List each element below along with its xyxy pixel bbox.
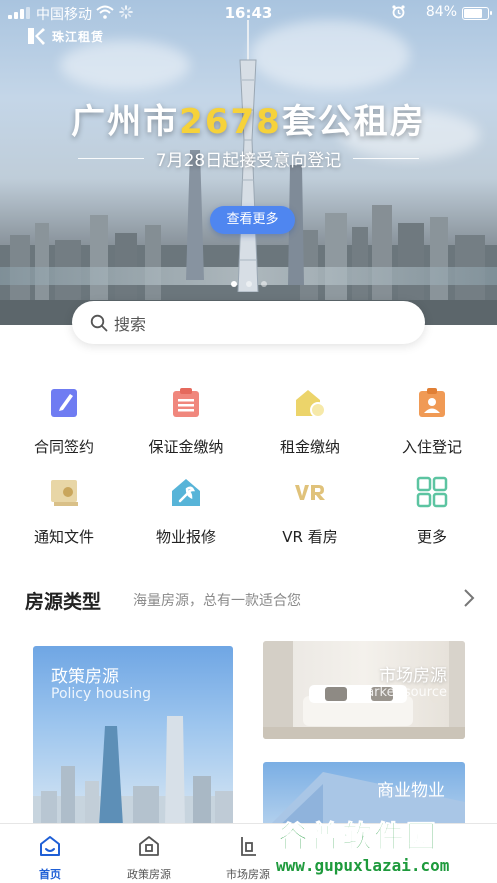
banner-headline: 广州市2678套公租房 <box>0 94 497 143</box>
section-title: 房源类型 <box>25 591 102 613</box>
brand-name: 珠江租赁 <box>52 29 105 44</box>
deposit-payment-icon <box>173 388 199 417</box>
tab-policy-housing[interactable]: 政策房源 <box>99 824 199 883</box>
property-repair-icon <box>172 479 200 506</box>
brand-logo: 珠江租赁 <box>26 26 104 46</box>
card-subtitle: Market source <box>355 685 447 700</box>
search-icon <box>90 314 108 331</box>
carousel-dot[interactable] <box>245 281 252 287</box>
watermark-url: www.gupuxlazai.com <box>276 856 450 875</box>
action-checkin-register[interactable]: 入住登记 <box>370 386 494 457</box>
policy-housing-card[interactable]: 政策房源 Policy housing <box>33 646 233 826</box>
status-bar: 中国移动 16:43 84% <box>0 0 497 26</box>
action-label: 通知文件 <box>33 528 94 546</box>
action-label: 租金缴纳 <box>279 438 340 456</box>
market-housing-card[interactable]: 市场房源 Market source <box>263 641 465 739</box>
site-watermark: 谷普软件园 www.gupuxlazai.com <box>272 810 497 883</box>
action-label: 入住登记 <box>401 438 462 456</box>
home-icon <box>40 836 60 856</box>
alarm-icon <box>392 5 405 19</box>
action-more[interactable]: 更多 <box>370 476 494 547</box>
view-more-button[interactable]: 查看更多 <box>210 206 295 234</box>
headline-number: 2678 <box>179 102 282 142</box>
action-label: 更多 <box>416 528 447 546</box>
search-input[interactable]: 搜索 <box>72 301 425 344</box>
carousel-indicator <box>0 281 497 287</box>
divider <box>77 157 144 160</box>
action-label: VR 看房 <box>282 528 338 546</box>
action-label: 保证金缴纳 <box>148 438 224 456</box>
status-time: 16:43 <box>224 4 273 22</box>
action-notice-document[interactable]: 通知文件 <box>2 476 126 547</box>
action-rent-payment[interactable]: 租金缴纳 <box>248 386 372 457</box>
battery-percent: 84% <box>425 4 457 20</box>
action-vr-viewing[interactable]: VR 看房 <box>248 476 372 547</box>
chevron-right-icon[interactable] <box>462 588 476 608</box>
carousel-dot[interactable] <box>230 281 237 287</box>
checkin-register-icon <box>419 388 445 417</box>
city-towers-illustration <box>33 716 233 826</box>
tab-home[interactable]: 首页 <box>0 824 100 883</box>
divider <box>353 157 420 160</box>
market-housing-icon <box>241 837 256 856</box>
tab-label: 首页 <box>39 868 61 881</box>
battery-level-fill <box>464 9 482 18</box>
hero-banner[interactable]: 中国移动 16:43 84% 珠江租赁 广州市2678套公租房 7月28日起接受… <box>0 0 497 325</box>
card-subtitle: Policy housing <box>51 686 151 702</box>
action-label: 合同签约 <box>33 438 94 456</box>
headline-prefix: 广州市 <box>71 102 180 142</box>
search-placeholder: 搜索 <box>114 314 147 334</box>
section-subtitle: 海量房源，总有一款适合您 <box>133 593 301 609</box>
vr-viewing-icon <box>295 485 325 500</box>
battery-icon <box>462 7 492 20</box>
more-grid-icon <box>416 476 448 508</box>
banner-subline: 7月28日起接受意向登记 <box>155 151 342 171</box>
rent-payment-icon <box>296 390 326 418</box>
action-label: 物业报修 <box>155 528 216 546</box>
notice-document-icon <box>51 480 78 506</box>
watermark-text: 谷普软件园 <box>278 820 438 856</box>
policy-housing-icon <box>139 836 159 856</box>
card-title: 市场房源 <box>379 666 447 686</box>
action-deposit-payment[interactable]: 保证金缴纳 <box>124 386 248 457</box>
headline-suffix: 套公租房 <box>281 102 426 142</box>
action-property-repair[interactable]: 物业报修 <box>124 476 248 547</box>
banner-subline-row: 7月28日起接受意向登记 <box>0 146 497 171</box>
tab-label: 政策房源 <box>127 868 171 881</box>
card-title: 政策房源 <box>51 667 119 687</box>
action-contract-sign[interactable]: 合同签约 <box>2 386 126 457</box>
card-title: 商业物业 <box>377 781 445 801</box>
contract-sign-icon <box>51 389 77 417</box>
carousel-dot[interactable] <box>260 281 267 287</box>
brand-mark-icon <box>28 28 45 45</box>
